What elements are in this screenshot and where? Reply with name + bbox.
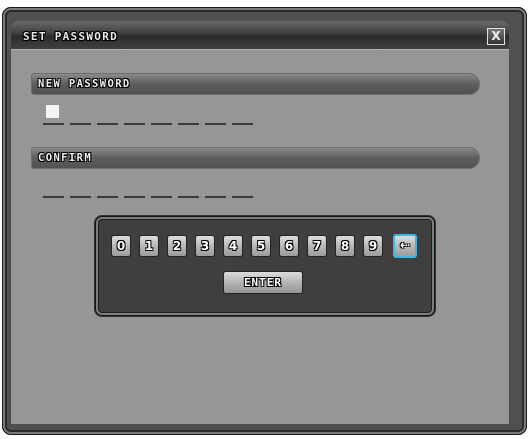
key-6[interactable]: 6 [279,235,299,257]
key-3[interactable]: 3 [195,235,215,257]
input-cursor [46,105,59,118]
key-0[interactable]: 0 [111,235,131,257]
key-4[interactable]: 4 [223,235,243,257]
backspace-button[interactable]: ⇠ [393,234,417,258]
close-button[interactable]: X [487,28,505,45]
password-slot [151,196,172,198]
password-slot [178,196,199,198]
backspace-icon: ⇠ [399,238,411,252]
key-7[interactable]: 7 [307,235,327,257]
close-icon: X [491,29,501,43]
password-slot [232,123,253,125]
password-slot [43,196,64,198]
password-slot [97,196,118,198]
confirm-label: CONFIRM [38,152,93,164]
password-slot [70,196,91,198]
password-slot [205,123,226,125]
password-slot [232,196,253,198]
numeric-keypad [95,216,435,316]
key-1[interactable]: 1 [139,235,159,257]
password-slot [178,123,199,125]
key-5[interactable]: 5 [251,235,271,257]
key-9[interactable]: 9 [363,235,383,257]
enter-button[interactable]: ENTER [223,271,303,294]
password-slot [124,123,145,125]
password-slot [97,123,118,125]
password-slot [43,123,64,125]
confirm-header: CONFIRM [31,147,480,169]
password-slot [205,196,226,198]
new-password-field[interactable] [43,123,254,126]
key-8[interactable]: 8 [335,235,355,257]
password-slot [70,123,91,125]
password-slot [151,123,172,125]
dialog-title: SET PASSWORD [23,30,119,43]
password-slot [124,196,145,198]
confirm-password-field[interactable] [43,196,254,199]
new-password-header: NEW PASSWORD [31,73,480,95]
new-password-label: NEW PASSWORD [38,78,131,90]
key-2[interactable]: 2 [167,235,187,257]
